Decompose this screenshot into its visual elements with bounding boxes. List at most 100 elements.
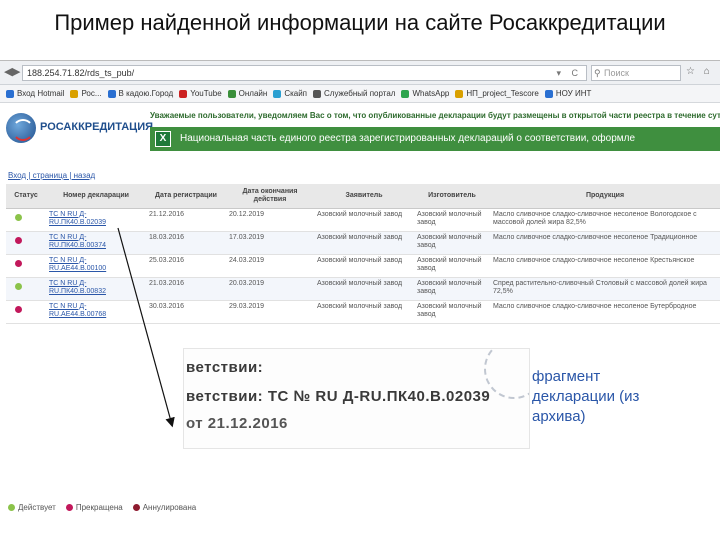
legend-label: Действует bbox=[18, 503, 56, 512]
bookmark-favicon-icon bbox=[6, 89, 14, 98]
declaration-number-link-cell: ТС N RU Д-RU.АЕ44.В.00100 bbox=[46, 254, 146, 278]
bookmark-label: Онлайн bbox=[238, 89, 268, 98]
bookmark-favicon-icon bbox=[227, 89, 236, 98]
url-text: 188.254.71.82/rds_ts_pub/ bbox=[27, 68, 135, 78]
end-date: 24.03.2019 bbox=[229, 256, 265, 264]
legend-dot-icon bbox=[65, 504, 73, 511]
column-header[interactable]: Номер декларации bbox=[46, 184, 146, 209]
bookmark-label: YouTube bbox=[190, 89, 222, 98]
legend-label: Аннулирована bbox=[142, 503, 197, 512]
declaration-number-link-cell: ТС N RU Д-RU.ПК40.В.00832 bbox=[46, 277, 146, 301]
search-input[interactable]: ⚲ Поиск bbox=[591, 65, 681, 81]
end-date-cell: 17.03.2019 bbox=[226, 231, 314, 255]
bookmark-item[interactable]: В кадою.Город bbox=[107, 89, 174, 98]
rosaccreditation-logo[interactable]: РОСАККРЕДИТАЦИЯ bbox=[6, 107, 153, 151]
bookmark-item[interactable]: Рос... bbox=[70, 89, 102, 98]
declaration-number-link-cell: ТС N RU Д-RU.ПК40.В.02039 bbox=[46, 208, 146, 232]
registration-date-cell: 21.12.2016 bbox=[146, 208, 226, 232]
column-header[interactable]: Изготовитель bbox=[414, 184, 490, 209]
table-row[interactable]: ТС N RU Д-RU.ПК40.В.00832 21.03.2016 20.03… bbox=[6, 277, 720, 301]
column-header[interactable]: Заявитель bbox=[314, 184, 414, 209]
legend-item: Действует bbox=[8, 503, 56, 512]
column-header[interactable]: Дата окончания действия bbox=[226, 184, 314, 209]
declaration-number-link[interactable]: ТС N RU Д-RU.ПК40.В.02039 bbox=[49, 211, 106, 226]
search-icon: ⚲ bbox=[594, 68, 601, 78]
bookmark-item[interactable]: Скайп bbox=[273, 89, 307, 98]
declaration-number-link-cell: ТС N RU Д-RU.АЕ44.В.00768 bbox=[46, 300, 146, 324]
bookmark-item[interactable]: Вход Hotmail bbox=[6, 89, 64, 98]
bookmark-item[interactable]: НОУ ИНТ bbox=[544, 89, 591, 98]
applicant: Азовский молочный завод bbox=[317, 256, 403, 264]
bookmark-favicon-icon bbox=[179, 89, 188, 98]
legend-dot-icon bbox=[8, 504, 15, 511]
bookmark-item[interactable]: YouTube bbox=[179, 89, 222, 98]
registry-banner: X Национальная часть единого реестра зар… bbox=[150, 127, 720, 151]
table-row[interactable]: ТС N RU Д-RU.АЕ44.В.00768 30.03.2016 29.03… bbox=[6, 300, 720, 324]
applicant-cell: Азовский молочный завод bbox=[314, 300, 414, 324]
registration-date-cell: 18.03.2016 bbox=[146, 231, 226, 255]
applicant-cell: Азовский молочный завод bbox=[314, 277, 414, 301]
bookmark-favicon-icon bbox=[107, 89, 116, 98]
status-dot-icon bbox=[15, 236, 22, 244]
declaration-number-link[interactable]: ТС N RU Д-RU.АЕ44.В.00768 bbox=[49, 303, 106, 318]
product: Масло сливочное сладко-сливочное несолен… bbox=[493, 233, 698, 241]
search-placeholder: Поиск bbox=[604, 68, 629, 78]
legend-dot-icon bbox=[132, 504, 140, 511]
manufacturer-cell: Азовский молочный завод bbox=[414, 208, 490, 232]
toolbar-icons[interactable]: ☆ ⌂ bbox=[686, 66, 713, 77]
column-header[interactable]: Дата регистрации bbox=[146, 184, 226, 209]
bookmarks-bar: Вход Hotmail Рос... В кадою.Город YouTube Он… bbox=[0, 85, 720, 103]
slide-title: Пример найденной информации на сайте Рос… bbox=[54, 10, 666, 35]
column-header[interactable]: Продукция bbox=[490, 184, 720, 209]
bookmark-favicon-icon bbox=[313, 89, 322, 98]
product-cell: Масло сливочное сладко-сливочное несолен… bbox=[490, 231, 720, 255]
end-date-cell: 29.03.2019 bbox=[226, 300, 314, 324]
bookmark-label: WhatsApp bbox=[412, 89, 450, 98]
bookmark-item[interactable]: Онлайн bbox=[227, 89, 268, 98]
status-dot-icon bbox=[15, 305, 22, 313]
declaration-number-link[interactable]: ТС N RU Д-RU.ПК40.В.00374 bbox=[49, 234, 106, 249]
status-cell bbox=[6, 208, 46, 232]
applicant-cell: Азовский молочный завод bbox=[314, 231, 414, 255]
breadcrumb[interactable]: Вход | страница | назад bbox=[8, 171, 95, 180]
bookmark-favicon-icon bbox=[455, 89, 464, 98]
end-date-cell: 20.03.2019 bbox=[226, 277, 314, 301]
applicant-cell: Азовский молочный завод bbox=[314, 254, 414, 278]
declaration-fragment-image: ветствии: ветствии: ТС № RU Д-RU.ПК40.В.… bbox=[183, 348, 530, 449]
fragment-line: ветствии: bbox=[186, 359, 264, 376]
forward-arrow-icon[interactable]: ▶ bbox=[12, 66, 20, 79]
declaration-number-link[interactable]: ТС N RU Д-RU.АЕ44.В.00100 bbox=[49, 257, 106, 272]
bookmark-item[interactable]: WhatsApp bbox=[401, 89, 449, 98]
declaration-number-link-cell: ТС N RU Д-RU.ПК40.В.00374 bbox=[46, 231, 146, 255]
table-row[interactable]: ТС N RU Д-RU.АЕ44.В.00100 25.03.2016 24.03… bbox=[6, 254, 720, 278]
registration-date: 21.12.2016 bbox=[149, 210, 185, 218]
address-bar: ◀ ▶ 188.254.71.82/rds_ts_pub/ ▾ C ⚲ Поис… bbox=[0, 61, 720, 85]
reload-icon[interactable]: ▾ C bbox=[556, 66, 582, 80]
status-dot-icon bbox=[15, 213, 22, 221]
applicant: Азовский молочный завод bbox=[317, 210, 403, 218]
bookmark-item[interactable]: НП_project_Tescore bbox=[455, 89, 539, 98]
product-cell: Спред растительно-сливочный Столовый с м… bbox=[490, 277, 720, 301]
manufacturer-cell: Азовский молочный завод bbox=[414, 254, 490, 278]
applicant-cell: Азовский молочный завод bbox=[314, 208, 414, 232]
table-row[interactable]: ТС N RU Д-RU.ПК40.В.02039 21.12.2016 20.12… bbox=[6, 208, 720, 232]
column-header[interactable]: Статус bbox=[6, 184, 46, 209]
status-legend: Действует Прекращена Аннулирована bbox=[8, 503, 206, 512]
url-input[interactable]: 188.254.71.82/rds_ts_pub/ ▾ C bbox=[22, 65, 587, 81]
stamp-mark bbox=[484, 349, 529, 399]
end-date: 20.12.2019 bbox=[229, 210, 265, 218]
product-cell: Масло сливочное сладко-сливочное несолен… bbox=[490, 254, 720, 278]
bookmark-item[interactable]: Служебный портал bbox=[313, 89, 395, 98]
table-row[interactable]: ТС N RU Д-RU.ПК40.В.00374 18.03.2016 17.03… bbox=[6, 231, 720, 255]
bookmark-label: В кадою.Город bbox=[118, 89, 174, 98]
excel-icon[interactable]: X bbox=[155, 131, 171, 147]
product: Спред растительно-сливочный Столовый с м… bbox=[493, 279, 707, 295]
manufacturer: Азовский молочный завод bbox=[417, 210, 482, 226]
site-header: РОСАККРЕДИТАЦИЯ Уважаемые пользователи, … bbox=[0, 103, 720, 155]
fragment-line: ветствии: ТС № RU Д-RU.ПК40.В.02039 bbox=[186, 388, 491, 405]
table-header-row: Статус Номер декларации Дата регистрации… bbox=[6, 184, 720, 209]
registration-date: 21.03.2016 bbox=[149, 279, 185, 287]
declaration-number-link[interactable]: ТС N RU Д-RU.ПК40.В.00832 bbox=[49, 280, 106, 295]
product: Масло сливочное сладко-сливочное несолен… bbox=[493, 210, 697, 226]
legend-label: Прекращена bbox=[75, 503, 123, 512]
